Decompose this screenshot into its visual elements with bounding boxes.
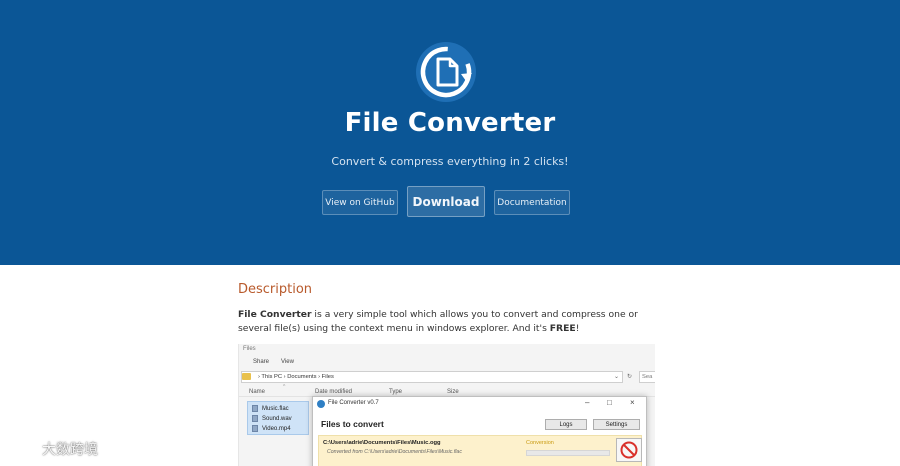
refresh-icon: ↻ — [626, 374, 633, 380]
description-text: File Converter is a very simple tool whi… — [238, 309, 638, 334]
explorer-search-box: Sea — [639, 371, 655, 383]
chevron-down-icon: ⌄ — [613, 374, 620, 380]
column-type: Type — [389, 389, 403, 395]
column-date-modified: Date modified — [315, 389, 353, 395]
app-screenshot: Files Share View › This PC › Documents ›… — [238, 344, 655, 466]
free-text: FREE — [549, 323, 576, 334]
page-title: File Converter — [344, 108, 556, 138]
column-name: Name — [249, 389, 266, 395]
explorer-address-bar: › This PC › Documents › Files — [241, 371, 623, 383]
watermark: 大数跨境 — [6, 436, 98, 462]
file-icon — [252, 415, 258, 422]
dialog-title: File Converter v0.7 — [328, 400, 379, 406]
progress-bar — [526, 450, 610, 456]
explorer-menu-share: Share — [253, 359, 270, 365]
file-converter-dialog: File Converter v0.7 – □ × Files to conve… — [312, 396, 647, 466]
explorer-window-title: Files — [243, 346, 256, 352]
close-icon: × — [630, 398, 635, 407]
tagline: Convert & compress everything in 2 click… — [331, 155, 569, 168]
file-icon — [252, 405, 258, 412]
list-item: Music.flac — [252, 405, 289, 412]
documentation-button[interactable]: Documentation — [494, 190, 570, 215]
download-button[interactable]: Download — [407, 186, 485, 217]
explorer-menu-view: View — [281, 359, 294, 365]
watermark-logo-icon — [7, 441, 36, 457]
cancel-icon — [620, 441, 638, 459]
app-name: File Converter — [238, 309, 312, 320]
files-to-convert-heading: Files to convert — [321, 419, 384, 429]
description-heading: Description — [238, 282, 313, 297]
watermark-text: 大数跨境 — [42, 442, 98, 458]
cancel-conversion-button — [616, 438, 642, 462]
logs-button: Logs — [545, 419, 587, 430]
conversion-status: Conversion — [526, 440, 554, 446]
output-path: C:\Users\adrie\Documents\Files\Music.ogg — [323, 440, 441, 446]
sort-arrow-icon: ^ — [283, 384, 286, 390]
dialog-titlebar: File Converter v0.7 – □ × — [313, 397, 646, 411]
column-size: Size — [447, 389, 459, 395]
folder-icon — [242, 373, 251, 380]
conversion-row: C:\Users\adrie\Documents\Files\Music.ogg… — [318, 435, 642, 466]
list-item: Sound.wav — [252, 415, 292, 422]
maximize-icon: □ — [607, 398, 612, 407]
selected-files: Music.flac Sound.wav Video.mp4 — [247, 401, 309, 435]
view-on-github-button[interactable]: View on GitHub — [322, 190, 398, 215]
app-icon — [317, 400, 325, 408]
file-refresh-icon — [416, 42, 476, 102]
list-item: Video.mp4 — [252, 425, 291, 432]
minimize-icon: – — [585, 398, 590, 407]
file-icon — [252, 425, 258, 432]
settings-button: Settings — [593, 419, 640, 430]
source-path: Converted from C:\Users\adrie\Documents\… — [327, 449, 462, 455]
hero-banner: File Converter Convert & compress everyt… — [0, 0, 900, 265]
